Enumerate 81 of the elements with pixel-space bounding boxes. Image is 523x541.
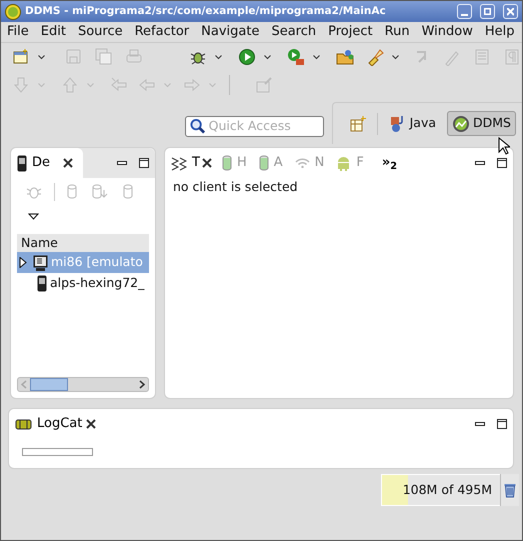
menu-item[interactable]: Edit [34, 22, 72, 42]
left-arrow-icon [138, 76, 156, 94]
close-icon [86, 419, 96, 429]
empty-bar [22, 448, 93, 456]
devices-tab[interactable]: De [11, 148, 83, 178]
android-icon [15, 418, 32, 430]
pilcrow-icon [503, 48, 521, 66]
menu-item[interactable]: Search [265, 22, 322, 42]
cylinder-icon [123, 184, 133, 200]
search-icon [190, 118, 205, 134]
cylinder-arrow-icon [92, 184, 108, 200]
maximize-icon [497, 419, 507, 429]
monitor-icon [33, 254, 48, 271]
caret-icon [38, 54, 45, 60]
tree-row[interactable]: alps-hexing72_ [17, 273, 149, 294]
android-gauge-icon [452, 114, 470, 132]
caret-icon [87, 82, 94, 88]
close-icon [507, 8, 514, 16]
play-toolbox-icon [287, 48, 305, 66]
caret-icon [215, 54, 222, 60]
caret-icon [209, 82, 216, 88]
column-header: Name [17, 234, 149, 252]
back-arrow-icon [110, 76, 128, 94]
heap-reading: 108M of 495M [402, 480, 492, 499]
menu-item[interactable]: Run [378, 22, 416, 42]
garbage-collect-button[interactable] [500, 474, 519, 506]
down-arrow-icon [12, 76, 30, 94]
status-message: no client is selected [172, 178, 299, 196]
maximize-icon [497, 158, 507, 168]
right-arrow-icon [183, 76, 201, 94]
maximize-icon [139, 158, 149, 168]
menu-item[interactable]: Navigate [195, 22, 266, 42]
cylinder-icon [67, 184, 77, 200]
trash-icon [504, 482, 516, 498]
menu-item[interactable]: Refactor [128, 22, 196, 42]
caret-icon [164, 82, 171, 88]
triangle-icon [28, 212, 39, 220]
new-window-icon [12, 48, 30, 66]
document-icon [473, 48, 491, 66]
menu-item[interactable]: Source [72, 22, 129, 42]
up-arrow-icon [61, 76, 79, 94]
threads-icon [171, 155, 187, 171]
minimize-icon [475, 161, 485, 165]
android-icon [336, 155, 352, 171]
phone-icon [17, 154, 27, 172]
caret-icon [264, 54, 271, 60]
cylinder-icon [222, 155, 232, 171]
maximize-icon [484, 8, 491, 16]
quick-access-input[interactable]: Quick Access [208, 116, 319, 136]
device-name: alps-hexing72_ [50, 274, 144, 292]
pin-icon [255, 76, 273, 94]
phone-icon [37, 275, 47, 292]
menu-item[interactable]: Window [416, 22, 479, 42]
minimize-icon [475, 422, 485, 426]
caret-icon [313, 54, 320, 60]
menu-item[interactable]: Project [322, 22, 379, 42]
cylinder-icon [258, 155, 269, 171]
floppy-icon [65, 48, 83, 66]
folder-icon [336, 48, 354, 66]
wifi-icon [294, 158, 310, 168]
minimize-icon [117, 161, 127, 165]
caret-icon [38, 82, 45, 88]
table-plus-icon [350, 116, 366, 132]
device-name: mi86 [emulato [51, 253, 143, 272]
horizontal-scrollbar[interactable] [17, 377, 149, 392]
window-title: DDMS - miPrograma2/src/com/example/miprograma2/MainAc [25, 4, 386, 19]
play-icon [238, 48, 256, 66]
menu-item[interactable]: Help [478, 22, 520, 42]
perspective-button[interactable]: Java [384, 111, 442, 136]
flashlight-icon [366, 48, 384, 66]
quick-access-field[interactable]: Quick Access [184, 116, 324, 136]
menu-item[interactable]: File [1, 22, 35, 42]
app-icon [5, 4, 21, 20]
close-icon [63, 158, 73, 168]
close-icon [202, 158, 212, 168]
perspective-button[interactable]: DDMS [447, 111, 516, 136]
minimize-icon [461, 14, 468, 16]
caret-icon [392, 54, 399, 60]
floppies-icon [95, 48, 113, 66]
scroll-thumb[interactable] [30, 378, 68, 391]
heap-status-bar[interactable]: 108M of 495M [381, 474, 500, 506]
